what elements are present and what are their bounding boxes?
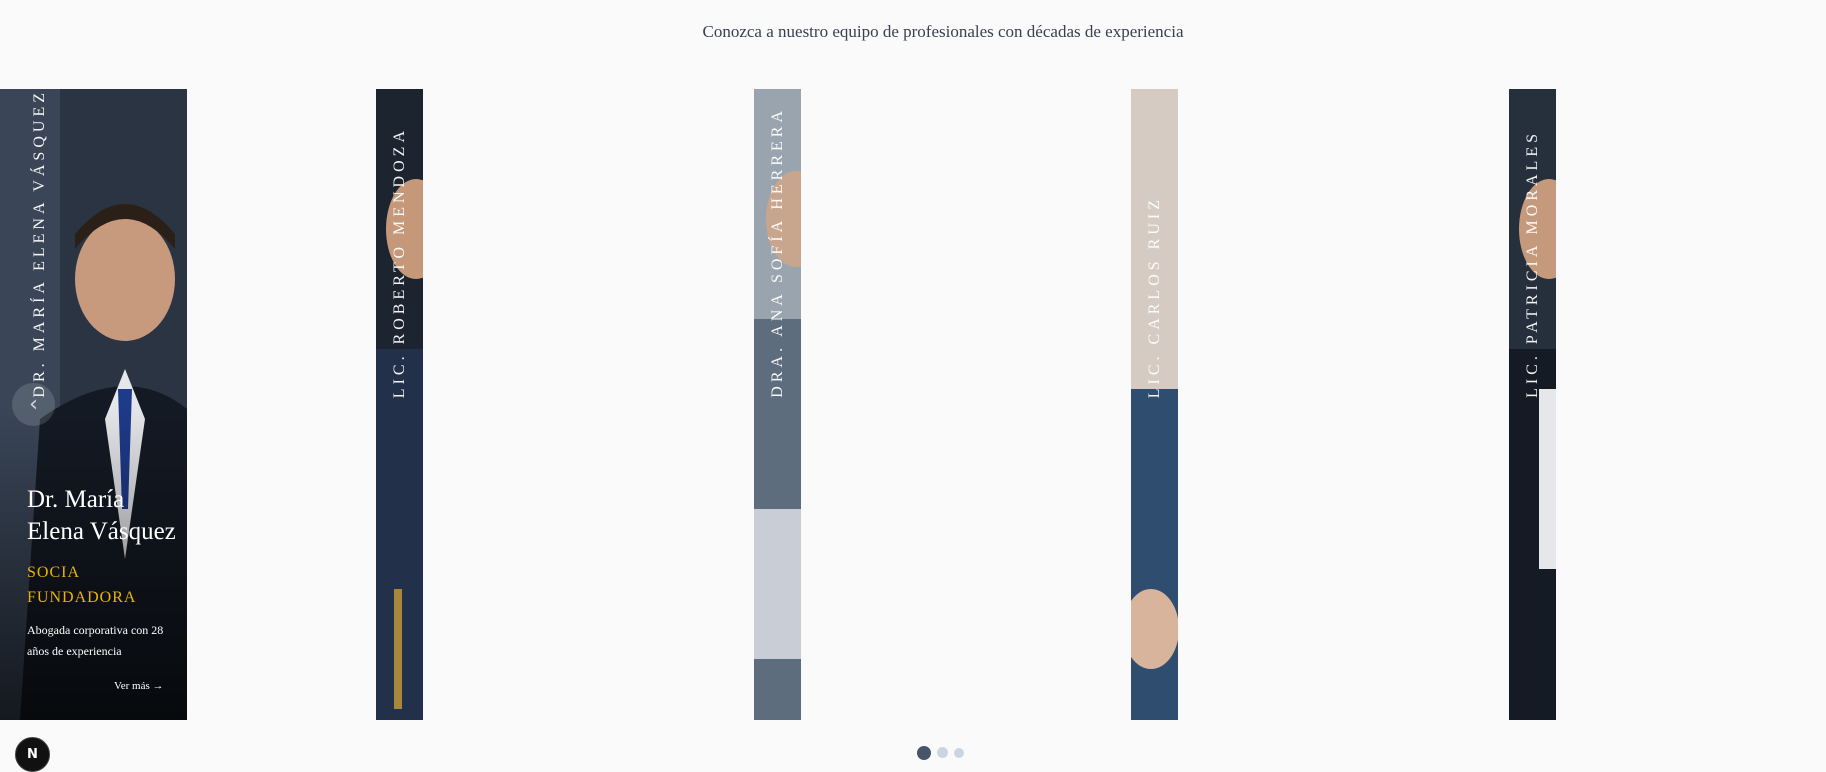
featured-info: Dr. María Elena Vásquez SOCIA FUNDADORA … (27, 484, 177, 662)
pagination-dot-2[interactable] (937, 747, 948, 758)
featured-name: Dr. María Elena Vásquez (27, 486, 176, 545)
carousel-prev-button[interactable]: ‹ (12, 383, 55, 426)
team-card-patricia-morales[interactable]: Lic. Patricia Morales (1509, 89, 1556, 720)
vertical-name-label: Lic. Roberto Mendoza (390, 126, 408, 398)
ver-mas-link[interactable]: Ver más → (114, 680, 164, 692)
team-card-carlos-ruiz[interactable]: Lic. Carlos Ruiz (1131, 89, 1178, 720)
pagination-dot-3[interactable] (954, 748, 964, 758)
n-logo-badge[interactable]: N (15, 737, 50, 772)
featured-role: SOCIA FUNDADORA (27, 564, 137, 606)
portrait-image (1131, 89, 1178, 720)
vertical-name-label: Lic. Patricia Morales (1523, 130, 1541, 398)
team-card-ana-sofia-herrera[interactable]: Dra. Ana Sofía Herrera (754, 89, 801, 720)
chevron-left-icon: ‹ (29, 392, 38, 417)
section-subtitle: Conozca a nuestro equipo de profesionale… (702, 22, 1184, 41)
vertical-name-label: Lic. Carlos Ruiz (1145, 195, 1163, 398)
pagination-dot-1[interactable] (917, 746, 931, 760)
vertical-name-label: Dra. Ana Sofía Herrera (768, 107, 786, 398)
team-card-roberto-mendoza[interactable]: Lic. Roberto Mendoza (376, 89, 423, 720)
featured-description: Abogada corporativa con 28 años de exper… (27, 623, 164, 658)
vertical-name-label: Dr. María Elena Vásquez (31, 89, 48, 398)
carousel-pagination (917, 746, 964, 760)
